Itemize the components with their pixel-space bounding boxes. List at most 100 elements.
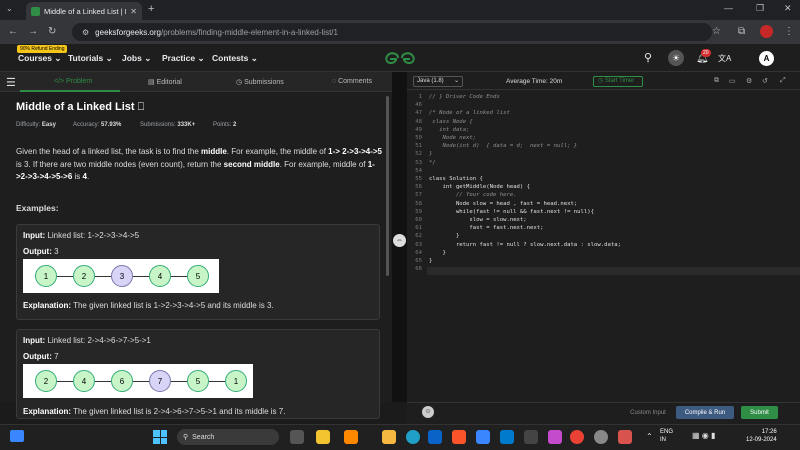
window-close-icon[interactable]: ✕ (784, 3, 792, 14)
code-line[interactable]: } (429, 249, 445, 257)
taskbar-search[interactable]: ⚲ Search (177, 429, 279, 445)
photos-icon[interactable] (548, 430, 562, 444)
node-arrow (95, 381, 111, 382)
code-line[interactable]: // } Driver Code Ends (429, 93, 500, 101)
menu-jobs[interactable]: Jobs ⌄ (122, 53, 151, 64)
line-number: 53 (415, 159, 422, 166)
fullscreen-icon[interactable]: ⤢ (780, 77, 786, 85)
back-icon[interactable]: ← (8, 26, 18, 37)
site-info-icon[interactable]: ⚙ (82, 28, 89, 37)
code-line[interactable]: */ (429, 159, 436, 167)
tray-icons[interactable]: ▦ ◉ ▮ (692, 431, 715, 440)
tab-comments[interactable]: ◌ Comments (332, 78, 372, 85)
reset-icon[interactable]: ↺ (762, 77, 768, 85)
code-line[interactable]: return fast != null ? slow.next.data : s… (429, 241, 621, 249)
tab-editorial[interactable]: ▤ Editorial (148, 78, 182, 86)
url-field[interactable]: ⚙ geeksforgeeks.org/problems/finding-mid… (72, 23, 712, 41)
input-language[interactable]: ENG IN (660, 428, 673, 444)
menu-contests[interactable]: Contests ⌄ (212, 53, 258, 64)
node-arrow (133, 381, 149, 382)
code-line[interactable]: Node slow = head , fast = head.next; (429, 200, 577, 208)
mail-icon[interactable] (428, 430, 442, 444)
reload-icon[interactable]: ↻ (48, 26, 56, 37)
translate-icon[interactable]: 文A (718, 53, 731, 64)
maximize-icon[interactable]: ❐ (756, 3, 764, 14)
vlc-icon[interactable] (344, 430, 358, 444)
line-number: 54 (415, 167, 422, 174)
menu-courses[interactable]: Courses ⌄ (18, 53, 62, 64)
menu-practice[interactable]: Practice ⌄ (162, 53, 205, 64)
gfg-logo[interactable] (380, 50, 420, 66)
line-number: 62 (415, 233, 422, 240)
list-node: 5 (187, 370, 209, 392)
explorer-icon[interactable] (316, 430, 330, 444)
code-line[interactable]: /* Node of a linked list (429, 109, 510, 117)
resize-handle-icon[interactable]: ⇔ (393, 234, 406, 247)
vscode-icon[interactable] (500, 430, 514, 444)
code-line[interactable]: Node next; (429, 134, 476, 142)
tab-submissions[interactable]: ◷ Submissions (236, 78, 284, 86)
close-icon[interactable]: ✕ (130, 7, 137, 16)
code-line[interactable]: } (429, 150, 432, 158)
profile-avatar[interactable] (760, 25, 773, 38)
code-line[interactable]: int getMiddle(Node head) { (429, 183, 530, 191)
robot-assistant-icon[interactable]: ☺ (422, 406, 434, 418)
scrollbar-thumb[interactable] (386, 96, 389, 276)
refund-badge: 90% Refund Ending (17, 45, 68, 53)
widgets-icon[interactable] (10, 430, 24, 442)
code-line[interactable]: // Your code here. (429, 191, 517, 199)
theme-toggle-icon[interactable]: ☀ (668, 50, 684, 66)
tab-problem[interactable]: </> Problem (54, 78, 92, 85)
new-tab-button[interactable]: + (148, 3, 154, 15)
forward-icon[interactable]: → (28, 26, 38, 37)
code-line[interactable]: fast = fast.next.next; (429, 224, 543, 232)
menu-kebab-icon[interactable]: ⋮ (784, 26, 794, 37)
code-line[interactable]: class Solution { (429, 175, 483, 183)
hamburger-icon[interactable]: ☰ (6, 76, 16, 89)
code-line[interactable]: } (429, 257, 432, 265)
menu-tutorials[interactable]: Tutorials ⌄ (68, 53, 113, 64)
bookmark-icon[interactable]: ⎕ (138, 101, 145, 113)
minimize-icon[interactable]: — (724, 3, 733, 13)
settings-gear-icon[interactable]: ⚙ (746, 77, 752, 85)
start-timer-button[interactable]: ◷ Start Timer (593, 76, 643, 87)
example-1-input: Input: Linked list: 1->2->3->4->5 (23, 231, 140, 240)
terminal-icon[interactable] (524, 430, 538, 444)
user-avatar[interactable]: A (759, 51, 774, 66)
code-line[interactable]: Node(int d) { data = d; next = null; } (429, 142, 577, 150)
tray-chevron-icon[interactable]: ⌃ (646, 432, 653, 441)
windows-start-icon[interactable] (153, 430, 167, 444)
taskbar-clock[interactable]: 17:26 12-09-2024 (746, 428, 777, 444)
code-line[interactable]: class Node { (429, 118, 472, 126)
code-line[interactable]: int data; (429, 126, 469, 134)
browser-tab[interactable]: Middle of a Linked List | Practic ✕ (26, 2, 142, 20)
task-view-icon[interactable] (290, 430, 304, 444)
accuracy: Accuracy: 57.93% (73, 122, 122, 128)
brave-icon[interactable] (452, 430, 466, 444)
files-icon[interactable] (382, 430, 396, 444)
line-number: 57 (415, 192, 422, 199)
tab-search-icon[interactable]: ⌄ (6, 4, 13, 13)
chrome-icon[interactable] (570, 430, 584, 444)
custom-input-button[interactable]: Custom Input (624, 406, 672, 419)
language-select[interactable]: Java (1.8) ⌄ (413, 76, 463, 87)
search-icon[interactable]: ⚲ (644, 51, 652, 64)
copy-icon[interactable]: ⧉ (714, 77, 719, 85)
node-arrow (171, 276, 187, 277)
line-number: 59 (415, 208, 422, 215)
bookmark-star-icon[interactable]: ☆ (712, 26, 721, 37)
edge-icon[interactable] (406, 430, 420, 444)
compile-run-button[interactable]: Compile & Run (676, 406, 734, 419)
store-icon[interactable] (476, 430, 490, 444)
extensions-icon[interactable]: ⧉ (738, 26, 745, 37)
line-number: 64 (415, 249, 422, 256)
code-line[interactable]: while(fast != null && fast.next != null)… (429, 208, 594, 216)
submit-button[interactable]: Submit (741, 406, 778, 419)
file-icon[interactable]: ▭ (729, 77, 736, 85)
settings-icon[interactable] (594, 430, 608, 444)
code-line[interactable]: slow = slow.next; (429, 216, 526, 224)
line-number: 1 (418, 94, 422, 100)
code-line[interactable]: } (429, 232, 459, 240)
notification-count: 20 (701, 49, 711, 57)
app-icon[interactable] (618, 430, 632, 444)
